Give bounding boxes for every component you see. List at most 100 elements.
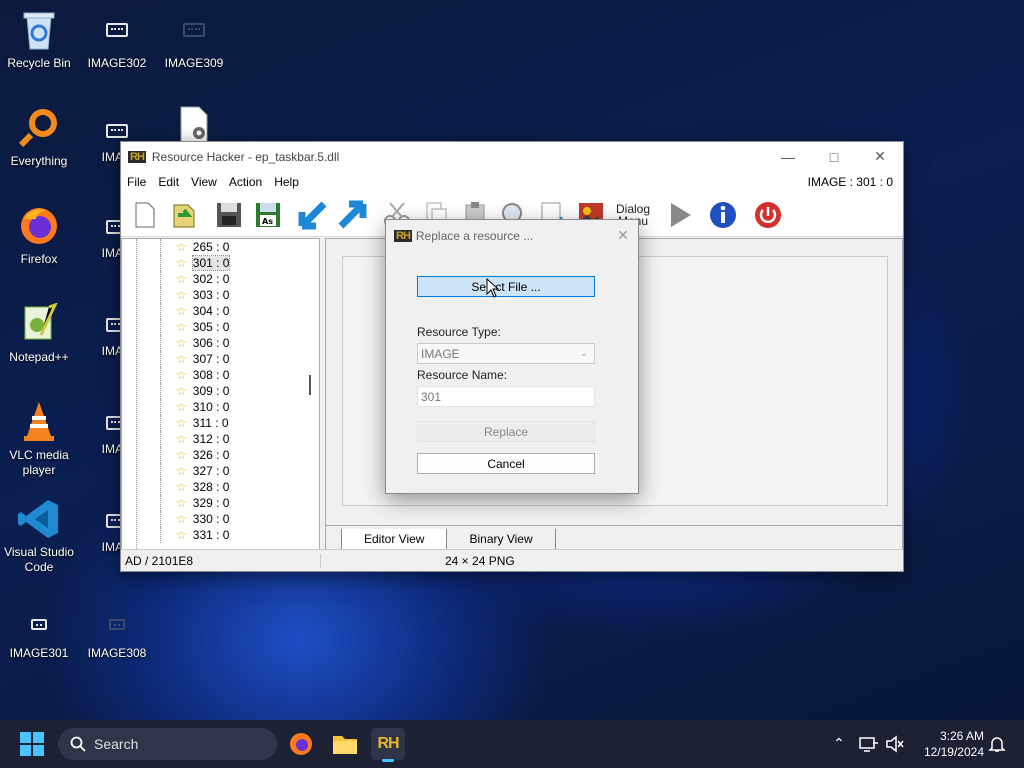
firefox-icon — [17, 204, 61, 248]
star-icon: ☆ — [176, 384, 187, 398]
system-clock[interactable]: 3:26 AM 12/19/2024 — [914, 728, 984, 760]
tree-item[interactable]: ☆ 311 : 0 — [122, 415, 319, 431]
menu-bar: File Edit View Action Help IMAGE : 301 :… — [121, 171, 903, 193]
desktop-icon-label: Notepad++ — [9, 350, 69, 364]
menu-view[interactable]: View — [185, 175, 223, 189]
desktop-icon-image308[interactable]: IMAGE308 — [78, 606, 156, 661]
desktop-icon-firefox[interactable]: Firefox — [0, 204, 78, 267]
taskbar: Search RH ⌃ 3:26 AM 12/19/2024 — [0, 720, 1024, 768]
clock-time: 3:26 AM — [939, 729, 984, 743]
menu-action[interactable]: Action — [223, 175, 268, 189]
resource-type-select[interactable]: IMAGE ⌄ — [417, 343, 595, 364]
desktop-icon-label: Firefox — [20, 252, 58, 266]
volume-muted-icon[interactable] — [878, 728, 912, 760]
dialog-title-bar[interactable]: RH Replace a resource ... ✕ — [386, 220, 638, 251]
star-icon: ☆ — [176, 304, 187, 318]
desktop-icon-image301[interactable]: IMAGE301 — [0, 606, 78, 661]
title-bar[interactable]: RH Resource Hacker - ep_taskbar.5.dll — … — [121, 142, 903, 171]
vscode-icon — [17, 497, 61, 541]
desktop-icon-recycle-bin[interactable]: Recycle Bin — [0, 8, 78, 71]
star-icon: ☆ — [176, 448, 187, 462]
tree-item[interactable]: ☆ 307 : 0 — [122, 351, 319, 367]
tree-item[interactable]: ☆ 309 : 0 — [122, 383, 319, 399]
tree-item[interactable]: ☆ 327 : 0 — [122, 463, 319, 479]
show-hidden-icons-chevron-up-icon[interactable]: ⌃ — [822, 728, 856, 760]
status-image-info: 24 × 24 PNG — [445, 553, 515, 568]
tree-resize-grip[interactable] — [309, 375, 311, 395]
menu-file[interactable]: File — [121, 175, 152, 189]
tree-item-label: 327 : 0 — [192, 464, 230, 478]
replace-button[interactable]: Replace — [417, 421, 595, 442]
desktop-icon-label: IMAGE309 — [164, 56, 224, 70]
tree-item[interactable]: ☆ 329 : 0 — [122, 495, 319, 511]
desktop-icon-everything[interactable]: Everything — [0, 106, 78, 169]
minimize-button[interactable]: — — [765, 142, 811, 171]
tree-item[interactable]: ☆ 302 : 0 — [122, 271, 319, 287]
start-button[interactable] — [15, 728, 49, 760]
tree-item[interactable]: ☆ 301 : 0 — [122, 255, 319, 271]
tree-item[interactable]: ☆ 326 : 0 — [122, 447, 319, 463]
forward-arrow-icon[interactable] — [334, 197, 370, 233]
run-script-icon[interactable] — [662, 197, 698, 233]
resource-name-label: Resource Name: — [417, 368, 508, 382]
tree-item-label: 301 : 0 — [191, 255, 231, 271]
star-icon: ☆ — [176, 288, 187, 302]
taskbar-search-box[interactable]: Search — [58, 728, 277, 760]
resource-indicator: IMAGE : 301 : 0 — [807, 175, 893, 189]
taskbar-firefox[interactable] — [284, 728, 318, 760]
resource-hacker-icon: RH — [377, 735, 399, 752]
save-as-icon[interactable]: As — [250, 197, 286, 233]
search-placeholder: Search — [94, 736, 139, 752]
desktop-icon-vlc[interactable]: VLC media player — [0, 400, 78, 478]
star-icon: ☆ — [176, 256, 187, 270]
tree-item-label: 329 : 0 — [192, 496, 230, 510]
desktop-icon-image309[interactable]: IMAGE309 — [155, 8, 233, 71]
dialog-title: Replace a resource ... — [415, 228, 534, 243]
keyboard-icon — [17, 606, 61, 642]
tree-item[interactable]: ☆ 310 : 0 — [122, 399, 319, 415]
menu-edit[interactable]: Edit — [152, 175, 185, 189]
tree-item[interactable]: ☆ 305 : 0 — [122, 319, 319, 335]
tree-item[interactable]: ☆ 303 : 0 — [122, 287, 319, 303]
info-icon[interactable] — [705, 197, 741, 233]
tab-binary-view[interactable]: Binary View — [447, 529, 556, 550]
menu-help[interactable]: Help — [268, 175, 305, 189]
save-icon[interactable] — [211, 197, 247, 233]
resource-name-field[interactable]: 301 — [417, 386, 595, 407]
tree-item[interactable]: ☆ 304 : 0 — [122, 303, 319, 319]
firefox-icon — [290, 733, 312, 755]
exit-power-icon[interactable] — [750, 197, 786, 233]
tree-item[interactable]: ☆ 312 : 0 — [122, 431, 319, 447]
dialog-app-logo: RH — [394, 229, 412, 242]
taskbar-resource-hacker[interactable]: RH — [371, 728, 405, 762]
desktop-icon-label: Visual Studio Code — [4, 545, 74, 574]
desktop-icon-vscode[interactable]: Visual Studio Code — [0, 497, 78, 575]
select-file-button[interactable]: Select File ... — [417, 276, 595, 297]
tree-item-label: 303 : 0 — [192, 288, 230, 302]
tab-editor-view[interactable]: Editor View — [341, 529, 448, 550]
recycle-bin-icon — [17, 8, 61, 52]
maximize-button[interactable]: □ — [811, 142, 857, 171]
tree-item[interactable]: ☆ 306 : 0 — [122, 335, 319, 351]
tree-item[interactable]: ☆ 328 : 0 — [122, 479, 319, 495]
resource-name-value: 301 — [421, 389, 442, 404]
close-button[interactable]: ✕ — [857, 142, 903, 171]
resource-tree[interactable]: ☆ 265 : 0 ☆ 301 : 0 ☆ 302 : 0 ☆ 303 : 0 ☆ 304 : 0… — [121, 238, 320, 550]
new-file-icon[interactable] — [127, 197, 163, 233]
cancel-button[interactable]: Cancel — [417, 453, 595, 474]
dialog-close-icon[interactable]: ✕ — [608, 227, 638, 244]
open-file-icon[interactable] — [166, 197, 202, 233]
notification-bell-icon[interactable] — [980, 728, 1014, 760]
tree-item[interactable]: ☆ 331 : 0 — [122, 527, 319, 543]
tree-item[interactable]: ☆ 308 : 0 — [122, 367, 319, 383]
resource-type-value: IMAGE — [421, 346, 460, 361]
tree-item[interactable]: ☆ 330 : 0 — [122, 511, 319, 527]
desktop-icon-image302[interactable]: IMAGE302 — [78, 8, 156, 71]
taskbar-file-explorer[interactable] — [328, 728, 362, 760]
desktop-icon-notepadpp[interactable]: Notepad++ — [0, 302, 78, 365]
tree-item-label: 306 : 0 — [192, 336, 230, 350]
back-arrow-icon[interactable] — [295, 197, 331, 233]
tree-item[interactable]: ☆ 265 : 0 — [122, 239, 319, 255]
windows-logo-icon — [20, 732, 44, 756]
tree-item-label: 312 : 0 — [192, 432, 230, 446]
